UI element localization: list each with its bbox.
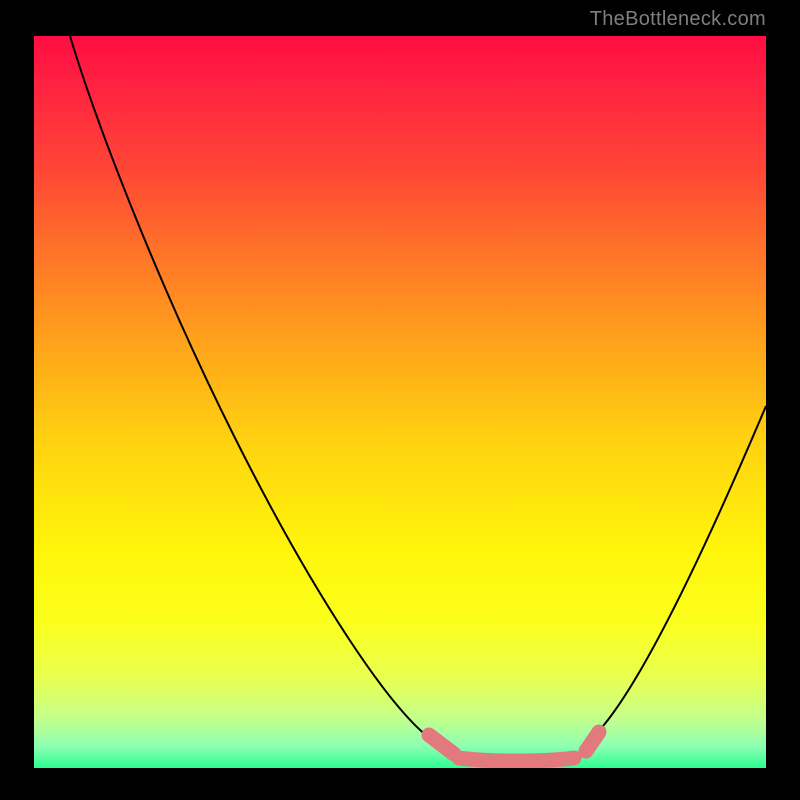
chart-frame bbox=[34, 36, 766, 768]
chart-svg bbox=[34, 36, 766, 768]
highlight-bottom bbox=[459, 758, 574, 761]
watermark-text: TheBottleneck.com bbox=[590, 8, 766, 31]
curve-right-branch bbox=[594, 406, 766, 736]
highlight-left bbox=[429, 735, 454, 754]
curve-left-branch bbox=[70, 36, 434, 741]
highlight-right bbox=[586, 732, 599, 751]
